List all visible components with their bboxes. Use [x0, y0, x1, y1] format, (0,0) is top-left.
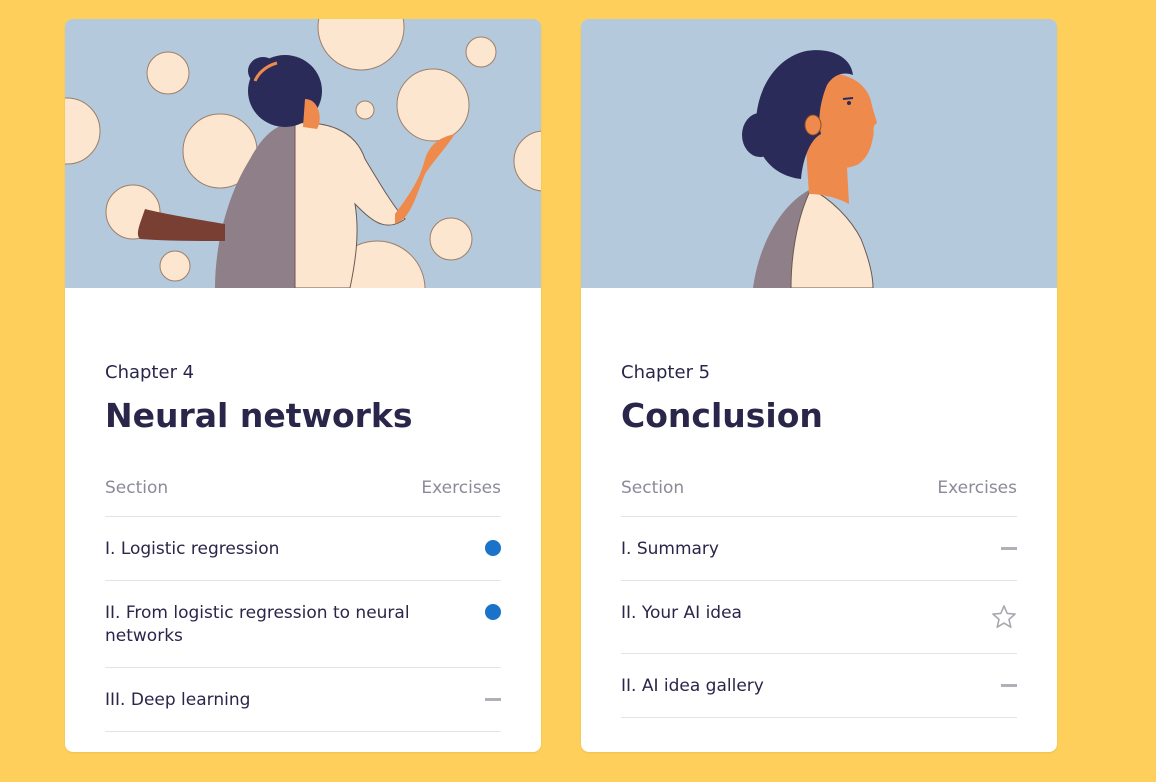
- dash-icon: [1001, 547, 1017, 550]
- exercise-status: [479, 689, 501, 711]
- progress-dot-icon: [485, 604, 501, 620]
- chapter-label: Chapter 4: [105, 362, 195, 383]
- sections-table-header: Section Exercises: [621, 478, 1017, 517]
- chapter-4-illustration: [65, 19, 541, 288]
- chapter-4-card[interactable]: Chapter 4 Neural networks Section Exerci…: [65, 19, 541, 752]
- exercises-column-header: Exercises: [937, 478, 1017, 498]
- dash-icon: [1001, 684, 1017, 687]
- section-title[interactable]: II. AI idea gallery: [621, 675, 1017, 698]
- section-row[interactable]: I. Logistic regression: [105, 517, 501, 581]
- section-column-header: Section: [105, 478, 169, 498]
- sections-list: I. Logistic regression II. From logistic…: [105, 517, 501, 732]
- section-title[interactable]: I. Logistic regression: [105, 538, 501, 561]
- section-row[interactable]: II. From logistic regression to neural n…: [105, 581, 501, 668]
- section-column-header: Section: [621, 478, 685, 498]
- exercises-column-header: Exercises: [421, 478, 501, 498]
- star-outline-icon: [992, 605, 1016, 628]
- exercise-status: [995, 675, 1017, 697]
- exercise-status: [479, 602, 501, 624]
- section-title[interactable]: II. Your AI idea: [621, 602, 1017, 625]
- dash-icon: [485, 698, 501, 701]
- section-row[interactable]: III. Deep learning: [105, 668, 501, 732]
- exercise-status: [992, 602, 1017, 628]
- chapter-5-illustration: [581, 19, 1057, 288]
- progress-dot-icon: [485, 540, 501, 556]
- exercise-status: [479, 538, 501, 560]
- chapter-label: Chapter 5: [621, 362, 711, 383]
- section-row[interactable]: II. AI idea gallery: [621, 654, 1017, 718]
- exercise-status: [995, 538, 1017, 560]
- section-title[interactable]: II. From logistic regression to neural n…: [105, 602, 501, 648]
- chapter-5-card[interactable]: Chapter 5 Conclusion Section Exercises I…: [581, 19, 1057, 752]
- section-row[interactable]: II. Your AI idea: [621, 581, 1017, 654]
- sections-list: I. Summary II. Your AI idea II. AI idea …: [621, 517, 1017, 718]
- section-row[interactable]: I. Summary: [621, 517, 1017, 581]
- sections-table-header: Section Exercises: [105, 478, 501, 517]
- section-title[interactable]: III. Deep learning: [105, 689, 501, 712]
- chapter-title[interactable]: Conclusion: [621, 396, 823, 436]
- chapter-title[interactable]: Neural networks: [105, 396, 413, 436]
- section-title[interactable]: I. Summary: [621, 538, 1017, 561]
